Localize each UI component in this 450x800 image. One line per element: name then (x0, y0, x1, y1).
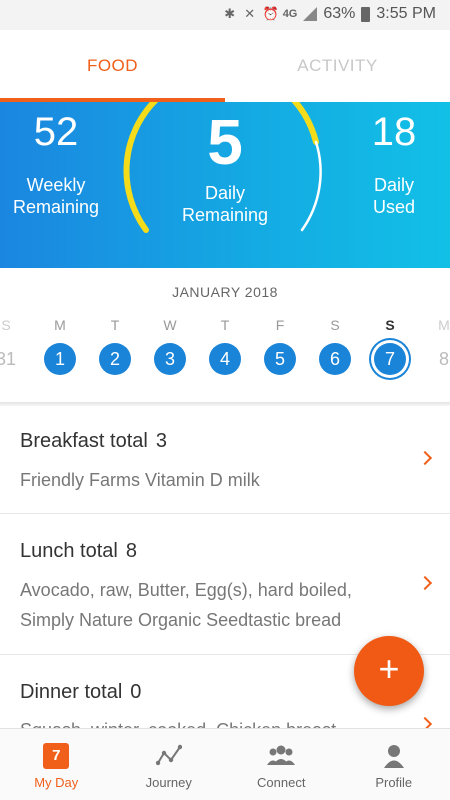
nav-my-day[interactable]: 7 My Day (0, 729, 113, 800)
meal-items: Squash, winter, cooked, Chicken breast (20, 715, 390, 728)
chevron-right-icon[interactable] (417, 450, 433, 466)
meal-total-value: 8 (125, 540, 137, 562)
meal-breakfast[interactable]: Breakfast total 3 Friendly Farms Vitamin … (0, 406, 450, 514)
clock-time: 3:55 PM (376, 5, 436, 22)
chevron-right-icon[interactable] (417, 716, 433, 728)
day-letter: T (110, 317, 120, 333)
day-number: 31 (0, 349, 17, 369)
daily-used-value: 18 (371, 110, 417, 154)
day-4[interactable]: T 4 (205, 316, 245, 375)
day-letter: T (220, 317, 230, 333)
mute-icon: ✕ (244, 6, 256, 21)
meal-total-value: 3 (155, 430, 167, 452)
day-number: 6 (319, 343, 351, 375)
day-letter: M (54, 317, 66, 333)
week-calendar: JANUARY 2018 S 31 M 1 T 2 W 3 T 4 F 5 S … (0, 268, 450, 402)
day-1[interactable]: M 1 (40, 316, 80, 375)
day-letter: F (275, 317, 285, 333)
people-icon (267, 745, 296, 765)
person-icon (383, 745, 404, 768)
meal-items: Avocado, raw, Butter, Egg(s), hard boile… (20, 580, 352, 630)
day-letter: S (385, 317, 395, 333)
day-5[interactable]: F 5 (260, 316, 300, 375)
points-summary: 52 Weekly Remaining 5 Daily Remaining 18… (0, 102, 450, 268)
status-bar: ✱ ✕ ⏰ 4G 63% 3:55 PM (0, 0, 450, 30)
network-type: 4G (282, 8, 298, 20)
day-2[interactable]: T 2 (95, 316, 135, 375)
weekly-remaining-label-1: Weekly (26, 175, 86, 195)
nav-connect[interactable]: Connect (225, 729, 338, 800)
weekly-remaining-stat: 52 Weekly Remaining (8, 112, 104, 218)
day-number: 7 (374, 343, 406, 375)
daily-used-stat: 18 Daily Used (346, 112, 442, 218)
nav-label: Connect (257, 775, 306, 790)
day-31[interactable]: S 31 (0, 316, 26, 375)
tab-food[interactable]: FOOD (0, 30, 225, 102)
daily-remaining-value: 5 (207, 106, 243, 178)
bluetooth-icon: ✱ (224, 6, 236, 21)
day-6[interactable]: S 6 (315, 316, 355, 375)
meal-title: Lunch total 8 (20, 540, 137, 563)
nav-journey[interactable]: Journey (113, 729, 226, 800)
nav-profile[interactable]: Profile (338, 729, 450, 800)
day-number: 8 (438, 349, 449, 369)
day-8[interactable]: M 8 (424, 316, 450, 375)
meal-title-label: Lunch total (20, 540, 118, 562)
nav-label: Journey (145, 775, 192, 790)
meal-title-label: Breakfast total (20, 430, 148, 452)
chevron-right-icon[interactable] (417, 575, 433, 591)
day-number: 5 (264, 343, 296, 375)
daily-used-label-1: Daily (373, 175, 414, 195)
calendar-icon: 7 (43, 743, 70, 769)
day-3[interactable]: W 3 (150, 316, 190, 375)
day-letter: W (163, 317, 177, 333)
day-letter: M (438, 317, 450, 333)
day-letter: S (330, 317, 340, 333)
signal-icon (303, 7, 318, 21)
alarm-icon: ⏰ (262, 6, 279, 21)
daily-used-label-2: Used (372, 197, 416, 217)
nav-label: My Day (34, 775, 79, 790)
tab-activity[interactable]: ACTIVITY (225, 30, 450, 102)
bottom-nav: 7 My Day Journey Connect Profile (0, 728, 450, 800)
daily-remaining-label-2: Remaining (181, 205, 269, 225)
day-number: 2 (99, 343, 131, 375)
battery-percent: 63% (323, 5, 356, 22)
meal-title-label: Dinner total (20, 681, 123, 703)
month-label: JANUARY 2018 (172, 284, 278, 300)
nav-label: Profile (375, 775, 413, 790)
add-food-button[interactable]: + (354, 636, 424, 706)
day-number: 3 (154, 343, 186, 375)
day-7-selected[interactable]: S 7 (370, 316, 410, 375)
tab-bar: FOOD ACTIVITY (0, 30, 450, 102)
weekly-remaining-value: 52 (33, 110, 79, 154)
daily-remaining-label-1: Daily (204, 183, 245, 203)
meal-title: Breakfast total 3 (20, 430, 167, 453)
journey-chart-icon (155, 744, 182, 766)
day-letter: S (1, 317, 11, 333)
daily-remaining-stat: 5 Daily Remaining (150, 102, 300, 226)
meal-items: Friendly Farms Vitamin D milk (20, 470, 260, 490)
meal-lunch[interactable]: Lunch total 8 Avocado, raw, Butter, Egg(s… (0, 514, 450, 655)
meal-title: Dinner total 0 (20, 681, 141, 704)
day-number: 1 (44, 343, 76, 375)
weekly-remaining-label-2: Remaining (12, 197, 100, 217)
day-number: 4 (209, 343, 241, 375)
meal-total-value: 0 (130, 681, 142, 703)
status-icons: ✱ ✕ ⏰ 4G 63% 3:55 PM (223, 5, 436, 23)
battery-icon (361, 6, 371, 22)
